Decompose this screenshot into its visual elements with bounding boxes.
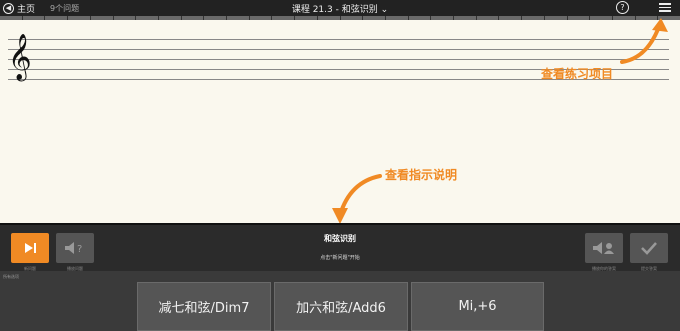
annotation-practice-items: 查看练习项目 <box>541 67 614 81</box>
question-circle-icon[interactable]: ? <box>616 1 629 14</box>
top-bar: ◀ 主页 9个问题 课程 21.3 - 和弦识别 ⌄ ? <box>0 0 680 16</box>
staff-line <box>8 59 669 60</box>
answers-section-label: 所有选项 <box>3 274 19 279</box>
answer-option[interactable]: Mi,+6 <box>411 282 544 331</box>
lesson-title-bar: 课程 21.3 - 和弦识别 ⌄ <box>0 2 680 15</box>
status-instruction: 点击"新问题"开始 <box>320 255 360 261</box>
staff-area: 𝄞 查看练习项目 查看指示说明 <box>0 20 680 223</box>
lesson-title: 课程 21.3 - 和弦识别 <box>291 5 378 15</box>
answers-area: 所有选项 减七和弦/Dim7 加六和弦/Add6 Mi,+6 <box>0 271 680 331</box>
annotation-instructions: 查看指示说明 <box>385 168 458 182</box>
lesson-title-dropdown[interactable]: 课程 21.3 - 和弦识别 ⌄ <box>292 5 388 15</box>
staff-line <box>8 49 669 50</box>
answer-option[interactable]: 加六和弦/Add6 <box>274 282 408 331</box>
treble-clef-icon: 𝄞 <box>8 34 32 80</box>
hamburger-menu-icon[interactable] <box>659 3 671 12</box>
answer-option[interactable]: 减七和弦/Dim7 <box>137 282 271 331</box>
check-answer-button[interactable] <box>630 233 668 263</box>
control-bar: 新问题 ? 播放问题 和弦识别 点击"新问题"开始 播放你的答案 提交答案 <box>0 223 680 271</box>
status-title: 和弦识别 <box>324 234 356 243</box>
staff-line <box>8 39 669 40</box>
chevron-down-icon: ⌄ <box>380 5 389 15</box>
play-answer-button[interactable] <box>585 233 623 263</box>
checkmark-icon <box>641 242 657 255</box>
speaker-user-icon <box>593 242 614 254</box>
